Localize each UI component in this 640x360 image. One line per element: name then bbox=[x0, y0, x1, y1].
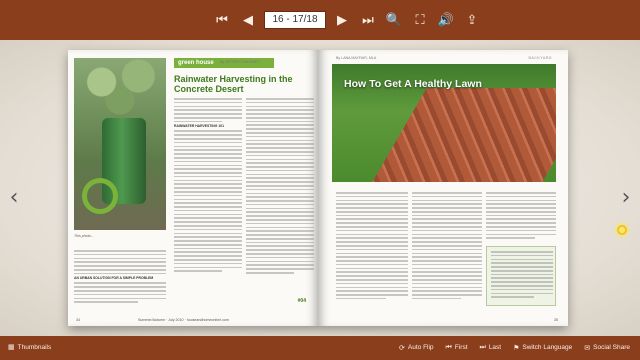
thumbnails-label: Thumbnails bbox=[17, 343, 52, 351]
text-column-1: RAINWATER HARVESTING 101 bbox=[174, 98, 242, 274]
rain-barrel-photo bbox=[74, 58, 166, 230]
auto-flip-label: Auto Flip bbox=[407, 344, 434, 351]
thumbnails-icon: ▦ bbox=[8, 343, 15, 351]
previous-page-icon[interactable]: ◀ bbox=[238, 10, 258, 30]
page-navigation: ⏮ ◀ 16 - 17/18 ▶ ⏭ 🔍 ⛶ 🔊 ⇪ bbox=[212, 9, 482, 31]
social-share-button[interactable]: ✉ Social Share bbox=[584, 343, 630, 352]
text-column-3 bbox=[486, 192, 556, 241]
fullscreen-icon[interactable]: ⛶ bbox=[410, 10, 430, 30]
lawn-photo: How To Get A Healthy Lawn bbox=[332, 64, 556, 182]
subhead: AN URBAN SOLUTION FOR A SIMPLE PROBLEM bbox=[74, 276, 154, 281]
garden-hose-graphic bbox=[82, 178, 118, 214]
section-label: BACKYARD bbox=[528, 56, 552, 60]
auto-flip-button[interactable]: ⟳ Auto Flip bbox=[399, 343, 434, 352]
article-title: Rainwater Harvesting in the Concrete Des… bbox=[174, 74, 293, 94]
social-share-icon: ✉ bbox=[584, 343, 591, 352]
first-label: First bbox=[454, 344, 468, 351]
byline: By LANA MAYFAIR, MLA bbox=[336, 56, 377, 60]
first-page-icon[interactable]: ⏮ bbox=[212, 10, 232, 30]
info-sidebar bbox=[486, 246, 556, 306]
text-column-2 bbox=[412, 192, 482, 302]
flipbook-stage: ‹ › This photo... green house By JEFFREY… bbox=[0, 40, 640, 336]
first-button[interactable]: ⏮ First bbox=[446, 343, 468, 352]
magazine-spread[interactable]: This photo... green house By JEFFREY HAC… bbox=[68, 50, 568, 326]
page-number-right: 35 bbox=[554, 318, 558, 322]
sound-icon[interactable]: 🔊 bbox=[436, 10, 456, 30]
footer-text: Summer/Autumn · July 2010 · houseandhome… bbox=[138, 318, 229, 322]
right-page[interactable]: By LANA MAYFAIR, MLA BACKYARD How To Get… bbox=[318, 50, 568, 326]
next-spread-arrow[interactable]: › bbox=[618, 180, 634, 216]
mouse-cursor-icon bbox=[614, 222, 630, 238]
text-column-0: AN URBAN SOLUTION FOR A SIMPLE PROBLEM bbox=[74, 250, 166, 305]
bottom-toolbar: ▦ Thumbnails ⟳ Auto Flip ⏮ First ⏭ Last … bbox=[0, 336, 640, 360]
subhead: RAINWATER HARVESTING 101 bbox=[174, 124, 224, 129]
left-page[interactable]: This photo... green house By JEFFREY HAC… bbox=[68, 50, 318, 326]
article-badge: #04 bbox=[297, 298, 306, 304]
language-icon: ⚑ bbox=[513, 343, 520, 352]
share-icon[interactable]: ⇪ bbox=[462, 10, 482, 30]
bottom-actions: ⟳ Auto Flip ⏮ First ⏭ Last ⚑ Switch Lang… bbox=[399, 343, 630, 352]
switch-language-button[interactable]: ⚑ Switch Language bbox=[513, 343, 572, 352]
auto-flip-icon: ⟳ bbox=[399, 343, 405, 352]
text-column-1 bbox=[336, 192, 408, 302]
article-title: How To Get A Healthy Lawn bbox=[344, 78, 482, 90]
page-indicator-input[interactable]: 16 - 17/18 bbox=[264, 11, 326, 29]
social-share-label: Social Share bbox=[593, 344, 630, 351]
brick-path-graphic bbox=[357, 88, 556, 182]
zoom-icon[interactable]: 🔍 bbox=[384, 10, 404, 30]
last-page-icon[interactable]: ⏭ bbox=[358, 10, 378, 30]
next-page-icon[interactable]: ▶ bbox=[332, 10, 352, 30]
page-number-left: 34 bbox=[76, 318, 80, 322]
last-button[interactable]: ⏭ Last bbox=[480, 343, 502, 352]
byline: By JEFFREY HACKNEY bbox=[220, 60, 260, 64]
thumbnails-button[interactable]: ▦ Thumbnails bbox=[8, 343, 51, 351]
switch-language-label: Switch Language bbox=[522, 344, 573, 351]
last-icon: ⏭ bbox=[479, 343, 486, 351]
last-label: Last bbox=[488, 344, 502, 351]
foliage-graphic bbox=[74, 58, 166, 118]
text-column-2 bbox=[246, 98, 314, 276]
photo-caption: This photo... bbox=[74, 234, 94, 238]
previous-spread-arrow[interactable]: ‹ bbox=[6, 180, 22, 216]
top-toolbar: ⏮ ◀ 16 - 17/18 ▶ ⏭ 🔍 ⛶ 🔊 ⇪ bbox=[0, 0, 640, 40]
first-icon: ⏮ bbox=[445, 343, 452, 351]
